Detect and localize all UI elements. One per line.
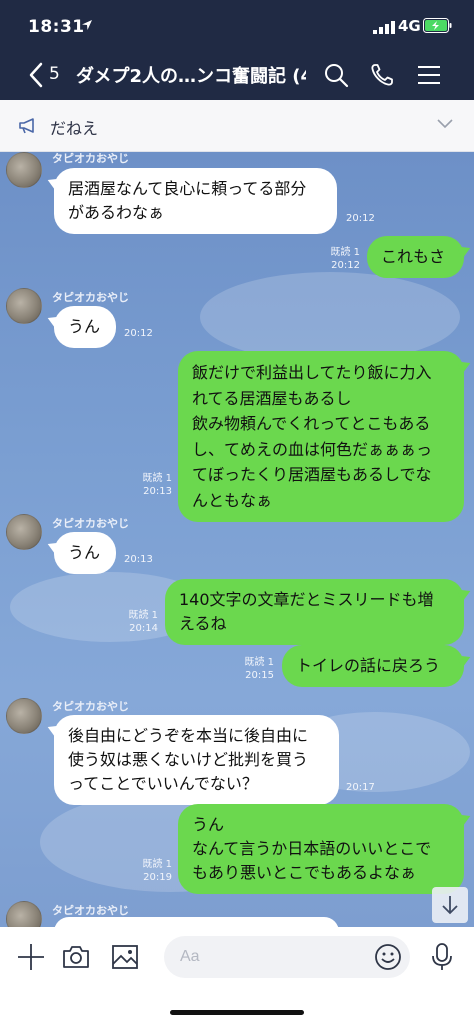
- message-time: 20:17: [346, 782, 375, 793]
- announcement-text: だねえ: [50, 119, 99, 138]
- read-receipt: 既読 1: [244, 657, 274, 668]
- avatar[interactable]: [6, 698, 42, 734]
- phone-icon[interactable]: [369, 62, 395, 88]
- chat-area[interactable]: タピオカおやじ 居酒屋なんて良心に頼ってる部分 があるわなぁ 20:12 既読 …: [0, 152, 474, 927]
- announcement-bar[interactable]: だねえ: [0, 100, 474, 152]
- emoji-icon[interactable]: [373, 942, 403, 972]
- chat-title[interactable]: ダメプ2人の…ンコ奮闘記 (4): [76, 62, 306, 88]
- background-cloud: [200, 272, 460, 362]
- message-time: 20:13: [124, 554, 153, 565]
- sender-name: タピオカおやじ: [52, 517, 129, 530]
- chevron-left-icon[interactable]: [28, 62, 44, 88]
- sender-name: タピオカおやじ: [52, 291, 129, 304]
- message-bubble[interactable]: 居酒屋なんて良心に頼ってる部分 があるわなぁ: [54, 168, 337, 234]
- battery-charging-icon: [423, 18, 452, 33]
- message-time: 20:14: [129, 623, 158, 634]
- message-time: 20:12: [346, 213, 375, 224]
- microphone-icon[interactable]: [427, 942, 457, 972]
- home-indicator[interactable]: [170, 1010, 304, 1015]
- message-bubble[interactable]: 140文字の文章だとミスリードも増 えるね: [165, 579, 464, 645]
- message-bubble[interactable]: トイレの話に戻ろう: [282, 645, 464, 687]
- sender-name: タピオカおやじ: [52, 904, 129, 917]
- message-time: 20:13: [143, 486, 172, 497]
- message-bubble[interactable]: これもさ: [367, 236, 464, 278]
- message-bubble[interactable]: 後自由にどうぞを本当に後自由に 使う奴は悪くないけど批判を買う ってことでいいん…: [54, 715, 339, 805]
- message-time: 20:19: [143, 872, 172, 883]
- chat-header: 18:31 4G 5 ダメプ2人の…ンコ奮闘記 (4): [0, 0, 474, 100]
- read-receipt: 既読 1: [128, 610, 158, 621]
- search-icon[interactable]: [323, 62, 349, 88]
- message-bubble[interactable]: うん: [54, 306, 116, 348]
- camera-icon[interactable]: [61, 942, 91, 972]
- read-receipt: 既読 1: [142, 859, 172, 870]
- message-bubble[interactable]: 飯だけで利益出してたり飯に力入 れてる居酒屋もあるし 飲み物頼んでくれってとこも…: [178, 351, 464, 522]
- status-time: 18:31: [28, 17, 85, 37]
- signal-bars-icon: [373, 21, 395, 34]
- sender-name: タピオカおやじ: [52, 700, 129, 713]
- read-receipt: 既読 1: [330, 247, 360, 258]
- sender-name: タピオカおやじ: [52, 152, 129, 165]
- message-time: 20:12: [124, 328, 153, 339]
- avatar[interactable]: [6, 901, 42, 927]
- image-icon[interactable]: [110, 942, 140, 972]
- scroll-to-bottom-button[interactable]: [432, 887, 468, 923]
- read-receipt: 既読 1: [142, 473, 172, 484]
- message-bubble[interactable]: うん なんて言うか日本語のいいとこで もあり悪いとこでもあるよなぁ: [178, 804, 464, 894]
- hamburger-menu-icon[interactable]: [416, 62, 442, 88]
- message-bubble[interactable]: うん: [54, 532, 116, 574]
- plus-icon[interactable]: [16, 942, 46, 972]
- megaphone-icon: [19, 118, 34, 134]
- message-time: 20:15: [245, 670, 274, 681]
- avatar[interactable]: [6, 288, 42, 324]
- chevron-down-icon[interactable]: [436, 118, 454, 130]
- location-arrow-icon: [82, 20, 92, 30]
- arrow-down-icon: [442, 896, 458, 915]
- avatar[interactable]: [6, 514, 42, 550]
- unread-count[interactable]: 5: [49, 64, 60, 84]
- message-time: 20:12: [331, 260, 360, 271]
- message-bubble[interactable]: [54, 917, 339, 927]
- avatar[interactable]: [6, 152, 42, 188]
- network-type: 4G: [398, 17, 421, 35]
